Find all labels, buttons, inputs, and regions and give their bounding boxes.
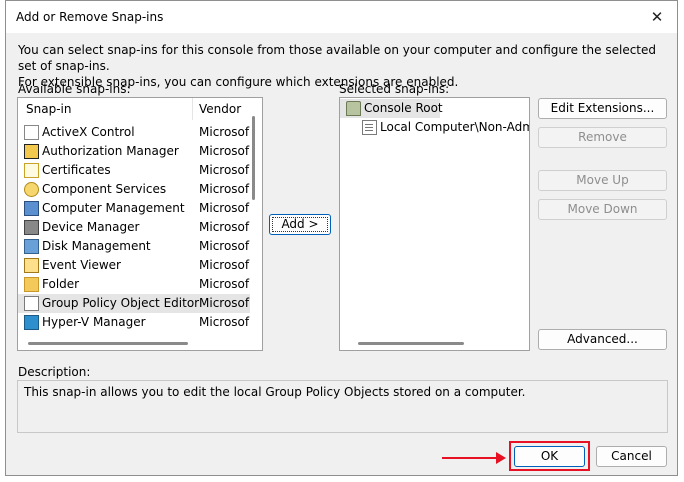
snapin-vendor: Microsof [199,144,250,158]
snapin-name: Group Policy Object Editor [42,296,200,310]
column-header-vendor[interactable]: Vendor [199,98,259,120]
snapin-name: Device Manager [42,220,140,234]
snapin-vendor: Microsof [199,163,250,177]
snapin-vendor: Microsof [199,220,250,234]
horizontal-scrollbar[interactable] [358,342,464,345]
snapin-name: Hyper-V Manager [42,315,146,329]
pointer-arrow-icon [496,452,506,464]
add-remove-snapins-dialog: Add or Remove Snap-ins ✕ You can select … [5,0,678,476]
snapin-row[interactable]: Computer Management Microsof [18,199,250,218]
available-snapins-label: Available snap-ins: [18,82,131,96]
tree-item-console-root[interactable]: Console Root [340,99,443,118]
snapin-name: Disk Management [42,239,151,253]
device-manager-icon [24,220,39,235]
selected-snapins-label: Selected snap-ins: [339,82,450,96]
snapin-row[interactable]: Hyper-V Manager Microsof [18,313,250,332]
folder-icon [24,277,39,292]
title-bar: Add or Remove Snap-ins ✕ [6,1,677,33]
cancel-button[interactable]: Cancel [596,446,667,467]
snapin-row[interactable]: Event Viewer Microsof [18,256,250,275]
pointer-arrow-line [442,457,498,459]
snapin-vendor: Microsof [199,239,250,253]
snapin-vendor: Microsof [199,296,250,310]
disk-icon [24,239,39,254]
console-root-icon [346,101,361,116]
snapin-row[interactable]: Group Policy Object Editor Microsof [18,294,250,313]
group-policy-icon [24,296,39,311]
computer-management-icon [24,201,39,216]
vertical-scrollbar[interactable] [252,116,255,200]
snapin-name: Certificates [42,163,111,177]
snapin-vendor: Microsof [199,277,250,291]
snapin-row[interactable]: Component Services Microsof [18,180,250,199]
ok-button[interactable]: OK [514,446,585,467]
snapin-row[interactable]: Authorization Manager Microsof [18,142,250,161]
snapin-vendor: Microsof [199,125,250,139]
column-header-snapin[interactable]: Snap-in [18,98,193,120]
close-icon[interactable]: ✕ [647,7,667,27]
tree-item-label: Console Root [364,101,443,115]
event-viewer-icon [24,258,39,273]
snapin-name: Folder [42,277,80,291]
policy-document-icon [362,120,377,135]
dialog-title: Add or Remove Snap-ins [16,10,164,24]
move-down-button[interactable]: Move Down [538,199,667,220]
authorization-icon [24,144,39,159]
intro-line-1: You can select snap-ins for this console… [18,43,657,73]
component-icon [24,182,39,197]
description-box: This snap-in allows you to edit the loca… [17,380,668,433]
snapin-vendor: Microsof [199,315,250,329]
snapin-name: Authorization Manager [42,144,179,158]
tree-item-local-computer[interactable]: Local Computer\Non-Admin [356,118,529,137]
remove-button[interactable]: Remove [538,127,667,148]
snapin-name: Component Services [42,182,167,196]
snapin-row[interactable]: Folder Microsof [18,275,250,294]
snapin-name: ActiveX Control [42,125,135,139]
snapin-row[interactable]: Certificates Microsof [18,161,250,180]
available-snapins-list[interactable]: Snap-in Vendor ActiveX Control Microsof Au… [17,97,263,351]
snapin-vendor: Microsof [199,182,250,196]
snapin-row[interactable]: Device Manager Microsof [18,218,250,237]
activex-icon [24,125,39,140]
description-text: This snap-in allows you to edit the loca… [24,385,526,399]
description-label: Description: [18,365,91,379]
tree-item-label: Local Computer\Non-Admin [380,120,530,134]
snapin-row[interactable]: ActiveX Control Microsof [18,123,250,142]
snapin-vendor: Microsof [199,201,250,215]
snapin-row[interactable]: Disk Management Microsof [18,237,250,256]
snapin-vendor: Microsof [199,258,250,272]
edit-extensions-button[interactable]: Edit Extensions... [538,98,667,119]
advanced-button[interactable]: Advanced... [538,329,667,350]
selected-snapins-tree[interactable]: Console Root Local Computer\Non-Admin [339,97,530,351]
add-button[interactable]: Add > [269,214,331,235]
move-up-button[interactable]: Move Up [538,170,667,191]
certificate-icon [24,163,39,178]
hyperv-icon [24,315,39,330]
horizontal-scrollbar[interactable] [28,342,188,345]
snapin-name: Computer Management [42,201,185,215]
snapin-name: Event Viewer [42,258,121,272]
